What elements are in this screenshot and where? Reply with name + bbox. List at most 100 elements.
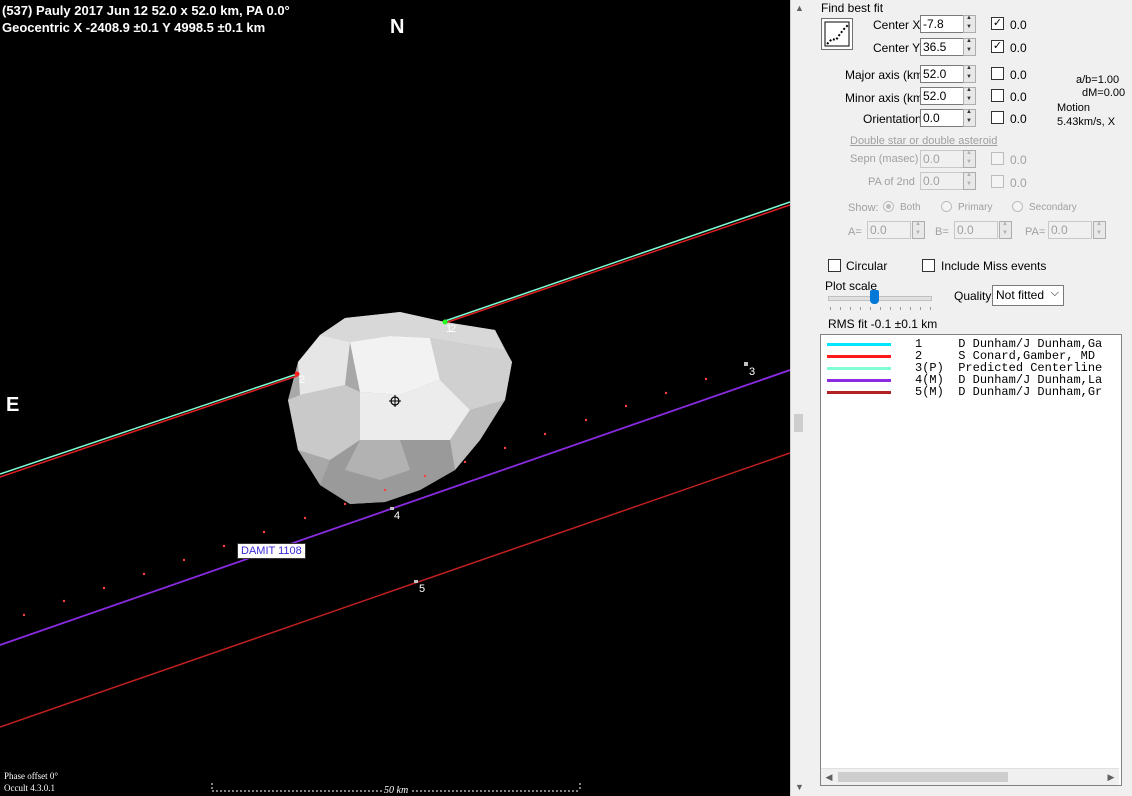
major-axis-checkbox[interactable] xyxy=(991,67,1004,80)
asteroid-shape xyxy=(288,312,512,504)
show-both-label: Both xyxy=(900,202,921,213)
major-axis-label: Major axis (km) xyxy=(845,68,928,82)
legend-swatch-2 xyxy=(827,355,891,358)
chord-2-line xyxy=(0,375,298,478)
pa2-label: PA of 2nd xyxy=(868,176,915,188)
circular-checkbox[interactable] xyxy=(828,259,841,272)
a-input[interactable]: 0.0 xyxy=(867,221,911,239)
chart-fit-icon xyxy=(824,21,850,47)
center-x-checkbox[interactable]: ✓ xyxy=(991,17,1004,30)
ab-ratio: a/b=1.00 xyxy=(1076,74,1120,86)
motion-value: 5.43km/s, X xyxy=(1057,116,1116,128)
pa2-input[interactable]: 0.0 xyxy=(920,172,964,190)
plot-title: (537) Pauly 2017 Jun 12 52.0 x 52.0 km, … xyxy=(2,3,290,18)
minor-axis-checkbox[interactable] xyxy=(991,89,1004,102)
circular-label: Circular xyxy=(846,259,888,273)
scroll-up-icon[interactable]: ▲ xyxy=(791,0,808,17)
chevron-down-icon: ⌵ xyxy=(1050,287,1059,299)
pa-input[interactable]: 0.0 xyxy=(1048,221,1092,239)
minor-axis-spinner[interactable] xyxy=(963,87,976,105)
show-primary-radio[interactable] xyxy=(941,201,952,212)
center-x-spinner[interactable] xyxy=(963,15,976,33)
orientation-spinner[interactable] xyxy=(963,109,976,127)
pa2-checkbox[interactable] xyxy=(991,175,1004,188)
orientation-input[interactable]: 0.0 xyxy=(920,109,964,127)
orientation-label: Orientation xyxy=(863,112,922,126)
sepn-spinner[interactable] xyxy=(963,150,976,168)
chord-label-2b: 2 xyxy=(450,323,457,335)
chord-label-5: 5 xyxy=(419,583,426,595)
legend-swatch-1 xyxy=(827,343,891,346)
chord-label-2a: 2 xyxy=(299,374,306,386)
major-axis-input[interactable]: 52.0 xyxy=(920,65,964,83)
a-label: A= xyxy=(848,226,862,238)
center-y-checkbox[interactable]: ✓ xyxy=(991,40,1004,53)
east-label: E xyxy=(6,394,20,416)
scale-label: 50 km xyxy=(382,785,411,796)
legend-text-5: 5(M) D Dunham/J Dunham,Gr xyxy=(915,385,1103,399)
show-secondary-label: Secondary xyxy=(1029,202,1077,213)
show-both-radio[interactable] xyxy=(883,201,894,212)
chord-label-3: 3 xyxy=(749,366,756,378)
fit-panel: Find best fit Center X -7.8 ✓ 0.0 Center… xyxy=(808,0,1132,796)
sepn-label: Sepn (masec) xyxy=(850,153,919,165)
center-x-label: Center X xyxy=(873,18,921,32)
chord-legend-list[interactable]: 1 D Dunham/J Dunham,Ga 2 S Conard,Gamber… xyxy=(820,334,1122,786)
plot-scale-track[interactable] xyxy=(828,296,932,301)
legend-swatch-4 xyxy=(827,379,891,382)
chord-3-line xyxy=(444,201,790,322)
center-y-spinner[interactable] xyxy=(963,38,976,56)
find-best-fit-button[interactable] xyxy=(821,18,853,50)
quality-label: Quality xyxy=(954,289,992,303)
include-miss-checkbox[interactable] xyxy=(922,259,935,272)
find-best-fit-label: Find best fit xyxy=(821,1,884,15)
include-miss-label: Include Miss events xyxy=(941,259,1047,273)
scroll-thumb[interactable] xyxy=(794,414,803,432)
a-spinner[interactable] xyxy=(912,221,925,239)
show-secondary-radio[interactable] xyxy=(1012,201,1023,212)
pa2-step: 0.0 xyxy=(1010,176,1027,190)
legend-scroll-thumb[interactable] xyxy=(838,772,1008,782)
scroll-down-icon[interactable]: ▼ xyxy=(791,779,808,796)
minor-axis-input[interactable]: 52.0 xyxy=(920,87,964,105)
scroll-right-icon[interactable]: ▶ xyxy=(1103,769,1119,785)
plot-scale-slider[interactable] xyxy=(870,290,879,304)
plot-geocentric: Geocentric X -2408.9 ±0.1 Y 4998.5 ±0.1 … xyxy=(2,20,266,35)
legend-row-5[interactable]: 5(M) D Dunham/J Dunham,Gr xyxy=(821,386,1121,398)
b-input[interactable]: 0.0 xyxy=(954,221,998,239)
b-label: B= xyxy=(935,226,949,238)
show-label: Show: xyxy=(848,202,879,214)
plot-vertical-scrollbar[interactable]: ▲ ▼ xyxy=(790,0,808,796)
scroll-left-icon[interactable]: ◀ xyxy=(821,769,837,785)
sepn-checkbox[interactable] xyxy=(991,152,1004,165)
chord-1-line xyxy=(0,373,298,475)
plot-canvas xyxy=(0,201,790,792)
major-axis-spinner[interactable] xyxy=(963,65,976,83)
minor-axis-label: Minor axis (km) xyxy=(845,91,928,105)
sepn-step: 0.0 xyxy=(1010,153,1027,167)
minor-axis-step: 0.0 xyxy=(1010,90,1027,104)
delta-mag: dM=0.00 xyxy=(1082,87,1126,99)
north-label: N xyxy=(390,16,405,38)
pa-spinner[interactable] xyxy=(1093,221,1106,239)
chord-3b-line xyxy=(444,204,790,324)
orientation-checkbox[interactable] xyxy=(991,111,1004,124)
quality-value: Not fitted xyxy=(996,288,1045,302)
pa2-spinner[interactable] xyxy=(963,172,976,190)
shape-model-label: DAMIT 1108 xyxy=(237,543,306,559)
orientation-step: 0.0 xyxy=(1010,112,1027,126)
pa-label: PA= xyxy=(1025,226,1046,238)
double-star-link[interactable]: Double star or double asteroid xyxy=(850,135,997,147)
center-x-input[interactable]: -7.8 xyxy=(920,15,964,33)
motion-label: Motion xyxy=(1057,102,1091,114)
b-spinner[interactable] xyxy=(999,221,1012,239)
sepn-input[interactable]: 0.0 xyxy=(920,150,964,168)
legend-horizontal-scrollbar[interactable]: ◀ ▶ xyxy=(821,768,1119,785)
legend-swatch-3 xyxy=(827,367,891,370)
quality-select[interactable]: Not fitted ⌵ xyxy=(992,285,1064,306)
occultation-plot[interactable]: (537) Pauly 2017 Jun 12 52.0 x 52.0 km, … xyxy=(0,0,790,796)
rms-fit: RMS fit -0.1 ±0.1 km xyxy=(828,317,938,331)
phase-offset: Phase offset 0° xyxy=(4,771,58,781)
center-y-input[interactable]: 36.5 xyxy=(920,38,964,56)
version-label: Occult 4.3.0.1 xyxy=(4,783,55,793)
